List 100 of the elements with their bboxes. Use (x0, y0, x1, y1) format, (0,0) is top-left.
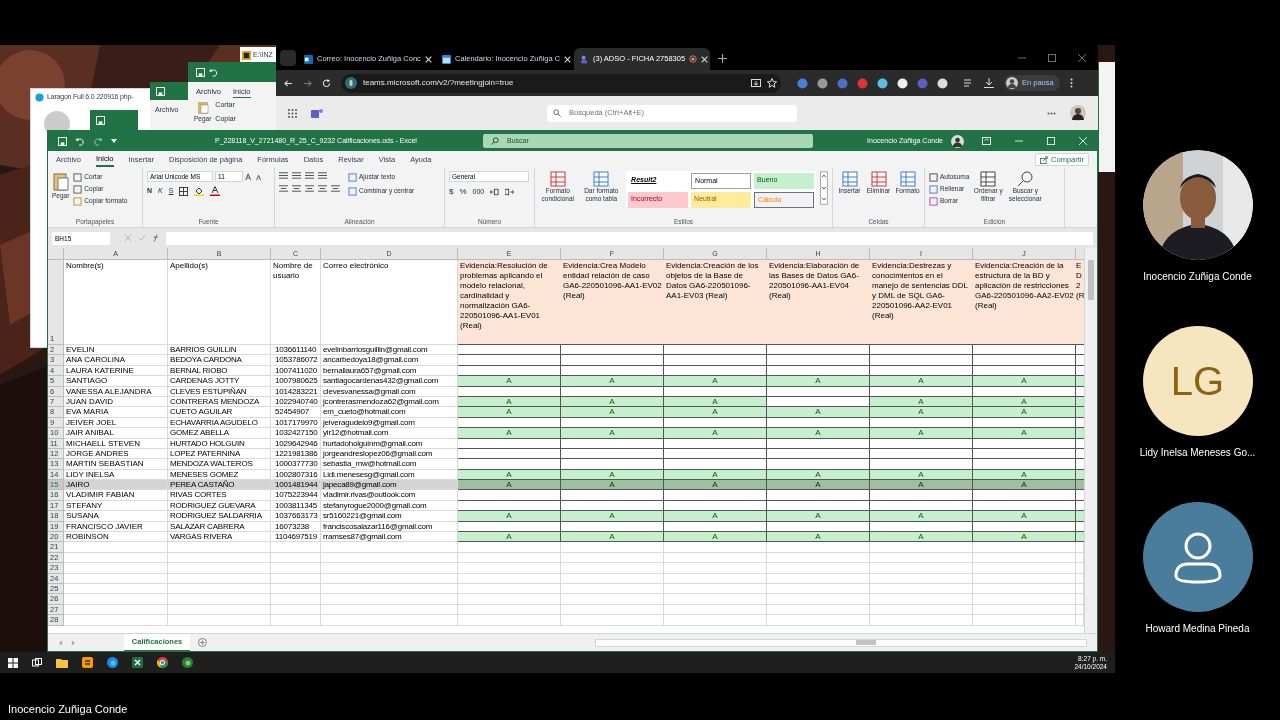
align-icon[interactable] (292, 171, 301, 180)
align-icon[interactable] (279, 171, 288, 180)
more-icon[interactable] (1069, 78, 1073, 88)
windows-logo-icon[interactable] (8, 657, 18, 668)
table-cell: vladimir.rivas@outlook.com (321, 490, 458, 501)
grade-cell: A (973, 480, 1076, 491)
save-icon[interactable] (156, 86, 165, 96)
table-cell: EVA MARIA (64, 407, 168, 418)
reload-icon[interactable] (322, 78, 331, 88)
app-icon[interactable] (82, 657, 93, 668)
back-icon[interactable] (284, 78, 293, 88)
grade-cell: A (664, 532, 767, 543)
table-cell: 1007980625 (271, 376, 321, 387)
forward-icon[interactable] (303, 78, 312, 88)
cancel-icon (124, 234, 132, 242)
extension-icon[interactable] (817, 77, 828, 89)
teams-logo-icon (311, 107, 323, 119)
grade-cell: A (664, 376, 767, 387)
grade-cell: A (664, 428, 767, 439)
font-color-icon[interactable] (210, 186, 221, 197)
plus-icon[interactable] (718, 54, 727, 63)
align-icon[interactable] (305, 184, 314, 193)
redo-icon[interactable] (93, 136, 103, 146)
star-icon[interactable] (767, 78, 777, 88)
align-icon[interactable] (318, 171, 327, 180)
app-grid-icon[interactable] (288, 108, 297, 118)
align-icon[interactable] (318, 184, 327, 193)
grade-cell: A (767, 532, 870, 543)
grade-cell: A (458, 396, 561, 408)
grade-cell: A (870, 407, 973, 418)
folder-icon[interactable] (56, 657, 68, 668)
grade-cell: A (561, 407, 664, 418)
browser-icon[interactable] (157, 657, 168, 668)
extension-icon[interactable] (897, 77, 908, 89)
table-cell: em_cueto@hotmail.com (321, 407, 458, 418)
borders-icon[interactable] (179, 186, 189, 196)
ribbon-display-icon[interactable] (982, 137, 991, 145)
percent-button[interactable]: % (459, 186, 467, 198)
grade-cell: A (767, 469, 870, 481)
extension-icon[interactable] (877, 77, 888, 89)
table-cell: HURTADO HOLGUIN (168, 438, 271, 449)
scrollbar[interactable] (595, 638, 1087, 647)
grade-cell: A (561, 428, 664, 439)
grow-font-icon[interactable] (245, 172, 253, 181)
browser-icon[interactable] (182, 657, 193, 668)
add-sheet-icon[interactable] (198, 638, 208, 647)
url-text: teams.microsoft.com/v2/?meetingjoin=true (363, 77, 515, 89)
table-cell: CLEVES ESTUPIÑAN (168, 386, 271, 397)
fill-color-icon[interactable] (194, 186, 205, 197)
table-cell: MICHAELL STEVEN (64, 438, 168, 449)
table-cell: 1037663173 (271, 511, 321, 522)
maximize-icon[interactable] (1048, 54, 1056, 62)
align-icon[interactable] (292, 184, 301, 193)
playlist-icon[interactable] (964, 78, 974, 88)
task-view-icon[interactable] (32, 657, 42, 668)
table-cell: VLADIMIR FABIAN (64, 490, 168, 501)
save-icon[interactable] (196, 67, 205, 77)
undo-icon[interactable] (75, 136, 85, 146)
header-cell: Nombre(s) (64, 260, 168, 345)
table-cell: 1075223944 (271, 490, 321, 501)
shrink-font-icon[interactable] (255, 172, 263, 181)
grade-cell: A (458, 532, 561, 543)
avatar-icon[interactable] (1070, 105, 1086, 121)
table-cell: CARDENAS JOTTY (168, 376, 271, 387)
table-cell (271, 552, 321, 564)
table-cell: SANTIAGO (64, 376, 168, 387)
enter-icon (138, 234, 146, 242)
avatar-icon[interactable] (951, 134, 964, 148)
presenter-name: Inocencio Zuñiga Conde (8, 702, 128, 717)
site-info-icon[interactable] (345, 77, 357, 89)
spreadsheet-icon[interactable] (132, 657, 143, 668)
decrease-decimal-icon[interactable] (505, 188, 515, 196)
search-icon (491, 137, 499, 145)
table-cell (271, 604, 321, 616)
undo-icon[interactable] (209, 67, 218, 77)
align-icon[interactable] (305, 171, 314, 180)
more-icon[interactable] (1047, 111, 1056, 115)
function-icon[interactable] (152, 234, 160, 242)
mail-icon (304, 54, 313, 64)
share-icon (1040, 155, 1049, 164)
align-icon[interactable] (331, 184, 340, 193)
address-bar[interactable]: teams.microsoft.com/v2/?meetingjoin=true (341, 73, 781, 93)
download-icon[interactable] (984, 78, 994, 88)
participant-name: Lidy Inelsa Meneses Go... (1139, 446, 1256, 460)
formula-field[interactable] (166, 231, 1093, 245)
caret-icon[interactable] (111, 138, 117, 144)
grade-cell: A (870, 469, 973, 481)
extension-icon[interactable] (937, 77, 948, 89)
scrollbar[interactable] (1084, 248, 1097, 633)
grade-cell: A (767, 407, 870, 418)
install-app-icon[interactable] (751, 78, 761, 88)
browser-icon[interactable] (107, 657, 118, 668)
save-icon[interactable] (96, 115, 105, 125)
save-icon[interactable] (58, 136, 67, 146)
currency-button[interactable]: $ (449, 186, 454, 198)
grade-cell: A (870, 428, 973, 439)
gallery-scroll-icon[interactable] (820, 171, 828, 205)
grade-cell: A (973, 376, 1076, 387)
align-icon[interactable] (279, 184, 288, 193)
increase-decimal-icon[interactable] (490, 188, 500, 196)
